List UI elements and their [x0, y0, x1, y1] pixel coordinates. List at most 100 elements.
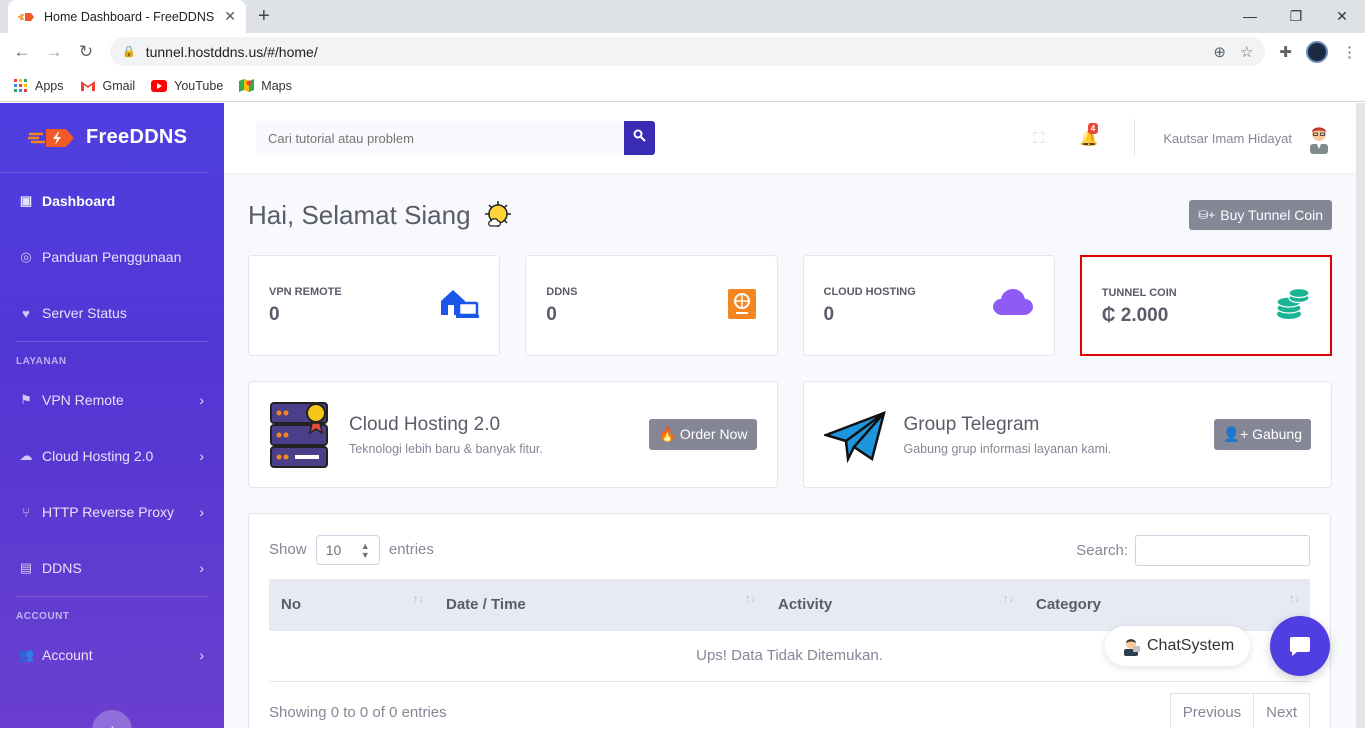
promo-card-cloud-hosting: Cloud Hosting 2.0 Teknologi lebih baru &…	[248, 381, 778, 488]
sidebar-collapse-button[interactable]: ‹	[92, 710, 132, 750]
fire-icon: 🔥	[658, 426, 676, 442]
profile-avatar[interactable]	[1306, 40, 1328, 63]
tab-close-icon[interactable]: ✕	[224, 8, 236, 25]
minimize-button[interactable]: —	[1227, 0, 1273, 33]
restore-button[interactable]: ❐	[1273, 0, 1319, 33]
table-search: Search:	[1076, 534, 1310, 566]
chevron-right-icon: ›	[199, 448, 204, 464]
cloud-icon: ☁	[19, 448, 33, 463]
bookmark-label: Apps	[35, 78, 64, 93]
chat-label: ChatSystem	[1147, 637, 1235, 654]
coins-plus-icon: ⛁+	[1198, 208, 1216, 222]
sidebar-item-label: Dashboard	[42, 193, 116, 209]
column-header-date-time[interactable]: Date / Time ↑↓	[434, 579, 766, 631]
browser-menu-icon[interactable]: ⋮	[1342, 43, 1357, 61]
gmail-icon	[80, 80, 95, 91]
sidebar-item-cloud-hosting[interactable]: ☁ Cloud Hosting 2.0 ›	[0, 428, 224, 484]
sidebar-item-label: Account	[42, 647, 93, 663]
zoom-icon[interactable]: ⊕	[1213, 43, 1226, 61]
dashboard-icon: ▣	[19, 193, 33, 208]
sort-icon: ↑↓	[1289, 593, 1300, 605]
sidebar-item-label: DDNS	[42, 560, 82, 576]
youtube-icon	[151, 79, 168, 92]
column-header-category[interactable]: Category ↑↓	[1024, 579, 1310, 631]
address-bar[interactable]: 🔒 tunnel.hostddns.us/#/home/ ⊕ ☆	[110, 37, 1266, 66]
greeting: Hai, Selamat Siang	[248, 200, 515, 231]
stat-card-vpn-remote: VPN REMOTE 0	[248, 255, 501, 356]
column-header-no[interactable]: No ↑↓	[269, 579, 434, 631]
server-icon	[270, 401, 328, 468]
bookmark-maps[interactable]: Maps	[239, 78, 292, 93]
sidebar-item-vpn-remote[interactable]: ⚑ VPN Remote ›	[0, 372, 224, 428]
activity-table-card: Show 10 ▲ ▼ entries Search: No ↑↓ Date /…	[248, 513, 1331, 728]
back-button[interactable]: ←	[8, 42, 36, 62]
sidebar-item-label: Server Status	[42, 305, 127, 321]
user-plus-icon: 👤+	[1222, 426, 1249, 442]
tab-title: Home Dashboard - FreeDDNS Tu	[44, 9, 219, 24]
window-controls: — ❐ ✕	[1227, 0, 1365, 33]
buy-tunnel-coin-button[interactable]: ⛁+ Buy Tunnel Coin	[1189, 200, 1332, 230]
table-controls: Show 10 ▲ ▼ entries Search:	[269, 534, 1310, 566]
chevron-right-icon: ›	[199, 647, 204, 663]
new-tab-button[interactable]: +	[258, 5, 270, 28]
search-label: Search:	[1076, 541, 1128, 559]
support-agent-icon	[1124, 639, 1140, 656]
browser-tab[interactable]: Home Dashboard - FreeDDNS Tu ✕	[8, 0, 246, 33]
coins-icon	[1276, 288, 1310, 319]
bookmark-youtube[interactable]: YouTube	[151, 79, 223, 93]
sidebar-item-label: Cloud Hosting 2.0	[42, 448, 154, 464]
stat-card-tunnel-coin: TUNNEL COIN ₵ 2.000	[1079, 255, 1332, 356]
passport-icon	[727, 289, 756, 319]
bookmark-gmail[interactable]: Gmail	[80, 78, 136, 93]
promo-subtitle: Teknologi lebih baru & banyak fitur.	[349, 441, 543, 456]
search-button[interactable]	[624, 121, 655, 155]
bookmark-label: Gmail	[102, 78, 136, 93]
bookmark-star-icon[interactable]: ☆	[1240, 43, 1253, 61]
sidebar-item-server-status[interactable]: ♥ Server Status	[0, 285, 224, 341]
user-avatar[interactable]	[1306, 122, 1332, 154]
page-title: Hai, Selamat Siang	[248, 199, 471, 230]
bookmark-label: YouTube	[174, 78, 224, 93]
sidebar-item-account[interactable]: 👥 Account ›	[0, 627, 224, 683]
notification-bell[interactable]: 🔔 4	[1080, 123, 1098, 147]
sidebar-item-label: Panduan Penggunaan	[42, 249, 182, 265]
brand-name: FreeDDNS	[86, 126, 188, 148]
order-now-button[interactable]: 🔥 Order Now	[649, 419, 757, 450]
gabung-button[interactable]: 👤+ Gabung	[1213, 419, 1311, 450]
chat-label-bubble[interactable]: ChatSystem	[1105, 626, 1251, 666]
button-label: Order Now	[679, 426, 748, 442]
reload-button[interactable]: ↻	[72, 42, 100, 62]
promo-title: Group Telegram	[903, 413, 1040, 435]
table-info: Showing 0 to 0 of 0 entries	[269, 703, 447, 721]
sidebar-item-http-reverse-proxy[interactable]: ⑂ HTTP Reverse Proxy ›	[0, 484, 224, 540]
forward-button[interactable]: →	[40, 42, 68, 62]
close-window-button[interactable]: ✕	[1319, 0, 1365, 33]
browser-tabstrip: Home Dashboard - FreeDDNS Tu ✕ + — ❐ ✕	[0, 0, 1365, 33]
sidebar-item-panduan[interactable]: ◎ Panduan Penggunaan	[0, 229, 224, 285]
bookmark-apps[interactable]: Apps	[14, 78, 64, 93]
users-icon: 👥	[18, 647, 35, 662]
previous-button[interactable]: Previous	[1169, 692, 1255, 728]
search-input[interactable]	[256, 121, 624, 155]
entries-label: entries	[388, 540, 434, 558]
freeddns-favicon-icon	[18, 12, 34, 21]
brand[interactable]: FreeDDNS	[0, 103, 208, 173]
table-search-input[interactable]	[1135, 534, 1310, 566]
next-button[interactable]: Next	[1254, 692, 1310, 728]
chat-open-button[interactable]	[1270, 616, 1330, 676]
sidebar-item-dashboard[interactable]: ▣ Dashboard	[0, 173, 224, 229]
heart-icon: ♥	[22, 305, 30, 321]
column-header-activity[interactable]: Activity ↑↓	[766, 579, 1024, 631]
extensions-icon[interactable]: ✚	[1279, 43, 1292, 61]
lock-icon: 🔒	[122, 46, 136, 58]
cloud-icon	[992, 289, 1033, 315]
show-label: Show	[269, 540, 307, 558]
sidebar-item-ddns[interactable]: ▤ DDNS ›	[0, 540, 224, 596]
entries-select[interactable]: 10 ▲ ▼	[315, 535, 380, 565]
bookmarks-bar: Apps Gmail YouTube Maps	[0, 70, 1365, 102]
fullscreen-icon[interactable]: ⛶	[1033, 130, 1044, 147]
app-root: FreeDDNS ▣ Dashboard ◎ Panduan Penggunaa…	[0, 103, 1365, 750]
buy-button-label: Buy Tunnel Coin	[1220, 207, 1323, 223]
promo-subtitle: Gabung grup informasi layanan kami.	[903, 441, 1112, 456]
user-name[interactable]: Kautsar Imam Hidayat	[1163, 131, 1292, 146]
